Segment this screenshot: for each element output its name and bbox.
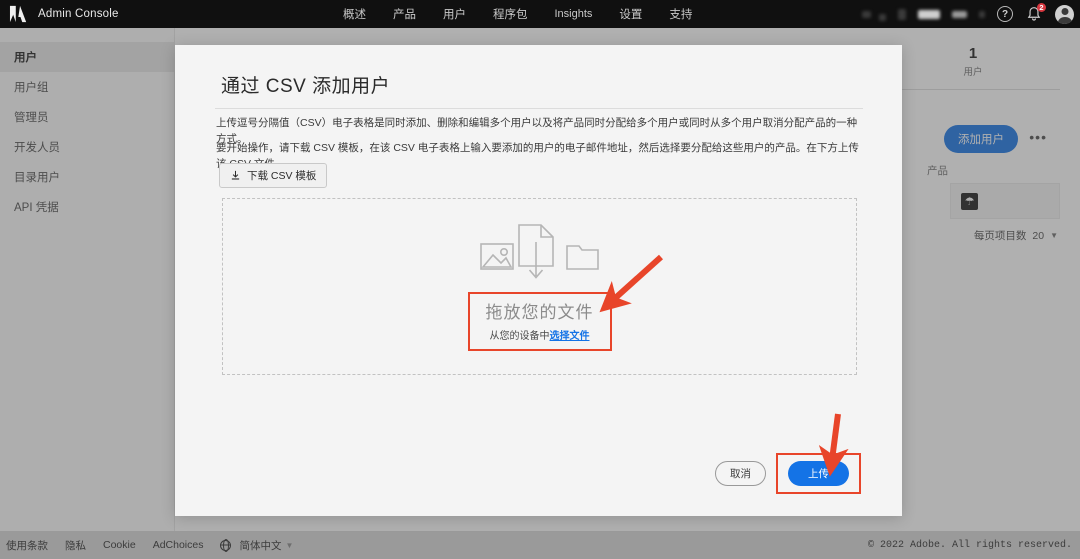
copyright-text: © 2022 Adobe. All rights reserved. bbox=[867, 539, 1072, 551]
obscured-item-6 bbox=[979, 10, 985, 18]
obscured-item-2 bbox=[879, 13, 886, 21]
help-icon[interactable]: ? bbox=[997, 6, 1013, 22]
download-icon bbox=[230, 170, 241, 181]
obscured-item-3 bbox=[898, 8, 906, 20]
select-file-link[interactable]: 选择文件 bbox=[550, 331, 590, 342]
notification-count-badge: 2 bbox=[1037, 3, 1046, 12]
add-users-by-csv-dialog: 通过 CSV 添加用户 上传逗号分隔值（CSV）电子表格是同时添加、删除和编辑多… bbox=[175, 45, 902, 516]
upload-button[interactable]: 上传 bbox=[788, 461, 849, 486]
top-navigation-bar: Admin Console 概述 产品 用户 程序包 Insights 设置 支… bbox=[0, 0, 1080, 28]
footer-link-privacy[interactable]: 隐私 bbox=[65, 538, 86, 553]
adobe-logo-icon bbox=[8, 5, 28, 23]
obscured-item-1 bbox=[862, 10, 871, 18]
dropzone-subtitle-prefix: 从您的设备中 bbox=[489, 331, 550, 342]
download-csv-template-button[interactable]: 下载 CSV 模板 bbox=[219, 163, 328, 188]
upload-button-highlight: 上传 bbox=[776, 453, 861, 494]
obscured-item-5 bbox=[952, 10, 967, 18]
page-footer: 使用条款 隐私 Cookie AdChoices 简体中文 ▼ © 2022 A… bbox=[0, 531, 1080, 559]
dropzone-subtitle: 从您的设备中选择文件 bbox=[486, 327, 594, 342]
footer-link-adchoices[interactable]: AdChoices bbox=[153, 539, 204, 551]
nav-item-users[interactable]: 用户 bbox=[443, 6, 466, 22]
chevron-down-icon[interactable]: ▼ bbox=[285, 541, 293, 550]
top-nav-links: 概述 产品 用户 程序包 Insights 设置 支持 bbox=[343, 0, 692, 28]
footer-link-cookie[interactable]: Cookie bbox=[103, 539, 136, 551]
notification-bell-icon[interactable]: 2 bbox=[1025, 3, 1046, 23]
user-avatar-icon[interactable] bbox=[1055, 4, 1074, 24]
brand-title: Admin Console bbox=[38, 8, 119, 20]
nav-item-support[interactable]: 支持 bbox=[669, 6, 692, 22]
app-root: Admin Console 概述 产品 用户 程序包 Insights 设置 支… bbox=[0, 0, 1080, 559]
image-document-folder-upload-icon bbox=[479, 199, 601, 284]
dropzone-title: 拖放您的文件 bbox=[485, 303, 594, 322]
dropzone-text-highlight: 拖放您的文件 从您的设备中选择文件 bbox=[467, 292, 612, 351]
nav-item-settings[interactable]: 设置 bbox=[619, 6, 642, 22]
footer-links: 使用条款 隐私 Cookie AdChoices 简体中文 ▼ bbox=[0, 538, 293, 553]
top-right-controls: ? 2 bbox=[862, 0, 1074, 28]
brand[interactable]: Admin Console bbox=[0, 5, 119, 23]
obscured-item-4 bbox=[918, 9, 940, 19]
cancel-button[interactable]: 取消 bbox=[715, 461, 766, 486]
file-dropzone[interactable]: 拖放您的文件 从您的设备中选择文件 bbox=[222, 198, 857, 375]
globe-icon bbox=[220, 539, 232, 551]
dialog-title-divider bbox=[215, 108, 863, 109]
nav-item-insights[interactable]: Insights bbox=[555, 8, 593, 20]
nav-item-products[interactable]: 产品 bbox=[393, 6, 416, 22]
footer-link-terms[interactable]: 使用条款 bbox=[6, 538, 48, 553]
download-csv-template-label: 下载 CSV 模板 bbox=[247, 170, 317, 182]
nav-item-overview[interactable]: 概述 bbox=[343, 6, 366, 22]
nav-item-packages[interactable]: 程序包 bbox=[493, 6, 528, 22]
language-label: 简体中文 bbox=[239, 539, 282, 552]
language-selector[interactable]: 简体中文 ▼ bbox=[220, 538, 293, 553]
dialog-title: 通过 CSV 添加用户 bbox=[221, 76, 391, 97]
dialog-action-buttons: 取消 上传 bbox=[715, 453, 861, 494]
